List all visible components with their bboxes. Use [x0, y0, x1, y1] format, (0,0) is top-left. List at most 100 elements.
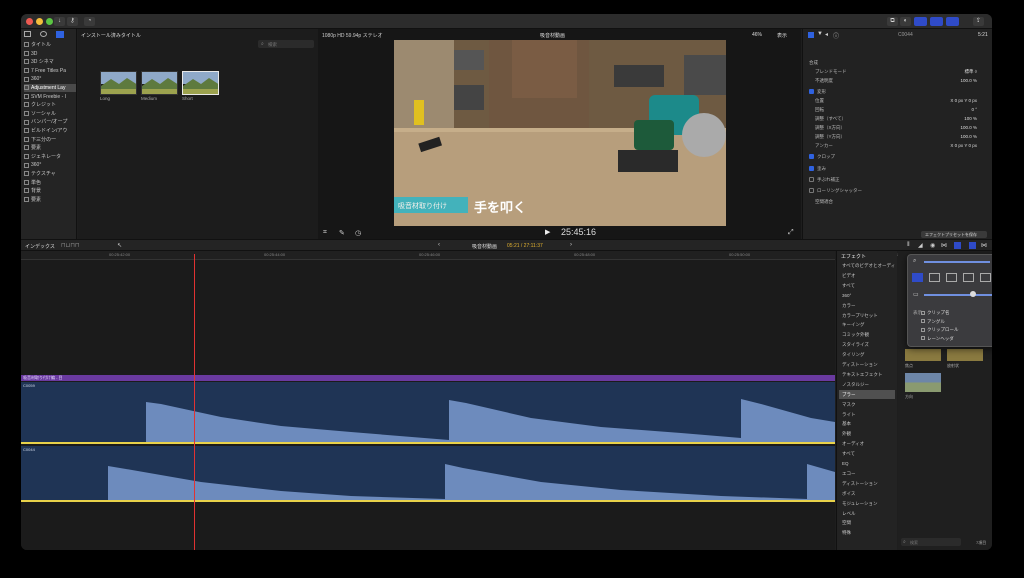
inspector-row[interactable]: 変形 [809, 88, 989, 96]
history-forward-icon[interactable]: › [570, 242, 572, 248]
viewer-view-menu[interactable]: 表示 [777, 32, 787, 39]
browser-section-label[interactable]: インストール済みタイトル [81, 32, 141, 39]
effects-category-item[interactable]: コミック外観 [842, 330, 896, 339]
playhead[interactable] [194, 254, 195, 550]
effects-category-item[interactable]: カラープリセット [842, 311, 896, 320]
timeline-ruler[interactable]: 00:25:42:00 00:25:44:00 00:25:46:00 00:25:4… [21, 251, 905, 260]
color-inspector-tab-icon[interactable]: ▼ [817, 31, 823, 37]
inspector-row[interactable]: アンカー X 0 px Y 0 px [815, 142, 992, 150]
sidebar-item[interactable]: テクスチャ [24, 170, 76, 178]
effects-category-item[interactable]: テキストエフェクト [842, 370, 896, 379]
save-preset-button[interactable]: エフェクトプリセットを保存 [921, 231, 987, 238]
inspector-row[interactable]: ローリングシャッター [809, 187, 989, 195]
title-thumbnail[interactable] [100, 71, 137, 95]
popover-option-checkbox[interactable] [921, 319, 925, 324]
effect-thumb-focus[interactable] [905, 349, 941, 361]
effects-category-item[interactable]: ブラー [839, 389, 895, 399]
clip-height-slider[interactable] [924, 294, 992, 296]
inspector-row[interactable]: 回転 0 ° [815, 106, 992, 114]
viewer-zoom[interactable]: 46% [752, 32, 762, 38]
library-icon[interactable]: ⧉ [887, 17, 898, 26]
timeline-zoom-slider[interactable] [924, 261, 990, 263]
close-button[interactable] [26, 18, 33, 25]
effect-thumb-directional[interactable] [905, 373, 941, 392]
enable-checkbox[interactable] [809, 89, 814, 95]
audio-inspector-tab-icon[interactable]: ◂ [825, 31, 828, 38]
inspector-row[interactable]: 空間適合 [815, 198, 992, 206]
skimming-icon[interactable]: ⫴ [907, 242, 910, 249]
effects-category-item[interactable]: ノスタルジー [842, 380, 896, 389]
select-tool-icon[interactable]: ↖ [117, 242, 122, 249]
enable-checkbox[interactable] [809, 177, 814, 183]
audio-tab-icon[interactable] [40, 31, 47, 37]
inspector-row[interactable]: 不透明度 100.0 % [815, 77, 992, 85]
effects-category-item[interactable]: ボイス [842, 489, 896, 498]
transform-tool-icon[interactable]: ⌗ [323, 229, 327, 237]
sidebar-item[interactable]: 要素 [24, 196, 76, 204]
sidebar-item[interactable]: 3D シネマ [24, 58, 76, 66]
sidebar-item[interactable]: 360° [24, 161, 76, 169]
clip-height-slider-knob[interactable] [970, 291, 976, 297]
effects-search-input[interactable]: ⌕ 検索 [901, 538, 961, 546]
browser-toggle-icon[interactable]: ◐ [900, 17, 911, 26]
info-inspector-tab-icon[interactable]: ⓘ [833, 31, 839, 40]
clip-style-large-waveform-icon[interactable] [929, 273, 940, 282]
transitions-icon[interactable]: ⋈ [981, 242, 987, 249]
audio-skimming-icon[interactable]: ◢ [918, 242, 923, 249]
sidebar-item[interactable]: ソーシャル [24, 110, 76, 118]
inspector-row[interactable]: ブレンドモード 標準 ◊ [815, 68, 992, 76]
sidebar-item[interactable]: クレジット [24, 101, 76, 109]
sidebar-item[interactable]: ビルドイン/アウ [24, 127, 76, 135]
effects-category-item[interactable]: マスク [842, 400, 896, 409]
inspector-row-value[interactable]: 100.0 % [960, 77, 977, 85]
effects-category-item[interactable]: 空間 [842, 518, 896, 527]
effects-category-item[interactable]: 外観 [842, 429, 896, 438]
effects-category-item[interactable]: オーディオ [842, 439, 896, 448]
video-inspector-tab-icon[interactable] [808, 32, 814, 38]
timeline[interactable]: 00:25:42:00 00:25:44:00 00:25:46:00 00:25:4… [21, 251, 905, 550]
sidebar-item[interactable]: 要素 [24, 144, 76, 152]
effects-category-item[interactable]: ビデオ [842, 271, 896, 280]
effects-category-item[interactable]: レベル [842, 509, 896, 518]
effects-category-item[interactable]: モジュレーション [842, 499, 896, 508]
sidebar-item[interactable]: 単色 [24, 179, 76, 187]
effects-category-item[interactable]: 360° [842, 291, 896, 300]
sidebar-item[interactable]: ジェネレータ [24, 153, 76, 161]
effects-category-item[interactable]: キーイング [842, 320, 896, 329]
inspector-row-value[interactable]: 0 ° [971, 106, 977, 114]
title-clip[interactable]: 吸音材取り付け編 - 目 [21, 375, 835, 381]
sidebar-item[interactable]: Adjustment Lay [24, 84, 76, 92]
popover-option[interactable]: クリップロール [921, 327, 959, 333]
inspector-row-value[interactable]: X 0 px Y 0 px [950, 97, 977, 105]
layout-timeline-icon[interactable] [930, 17, 943, 26]
enhance-tool-icon[interactable]: ✎ [339, 229, 345, 237]
enable-checkbox[interactable] [809, 166, 814, 172]
effects-category-item[interactable]: 特殊 [842, 528, 896, 537]
effects-category-item[interactable]: カラー [842, 301, 896, 310]
speed-tool-icon[interactable]: ◷ [355, 229, 361, 237]
effects-category-item[interactable]: ディストーション [842, 479, 896, 488]
effects-category-item[interactable]: ディストーション [842, 360, 896, 369]
effects-category-item[interactable]: EQ [842, 459, 896, 468]
popover-option-checkbox[interactable] [921, 310, 925, 315]
inspector-row[interactable]: 調整（すべて） 100 % [815, 115, 992, 123]
clip-style-large-filmstrip-icon[interactable] [963, 273, 974, 282]
effects-category-item[interactable]: スタイライズ [842, 340, 896, 349]
sidebar-item[interactable]: 下三分の一 [24, 136, 76, 144]
solo-icon[interactable]: ◉ [930, 242, 935, 249]
clip-style-filmstrip-only-icon[interactable] [980, 273, 991, 282]
zoom-button[interactable] [46, 18, 53, 25]
title-thumbnail[interactable] [182, 71, 219, 95]
inspector-row[interactable]: 調整（X方向） 100.0 % [815, 124, 992, 132]
layout-inspector-icon[interactable] [946, 17, 959, 26]
snapping-icon[interactable]: ⋈ [941, 242, 947, 249]
effects-category-item[interactable]: 基本 [842, 419, 896, 428]
inspector-row[interactable]: 位置 X 0 px Y 0 px [815, 97, 992, 105]
enable-checkbox[interactable] [809, 188, 814, 194]
sidebar-item[interactable]: SVM Freebie - I [24, 93, 76, 101]
fullscreen-icon[interactable]: ⤢ [788, 229, 794, 237]
index-button[interactable]: インデックス [25, 243, 55, 250]
clip-appearance-icon[interactable] [954, 242, 961, 249]
connect-clip-icon[interactable]: ⊓⊔⊓⊓ [61, 242, 80, 249]
effects-browser-icon[interactable] [969, 242, 976, 249]
